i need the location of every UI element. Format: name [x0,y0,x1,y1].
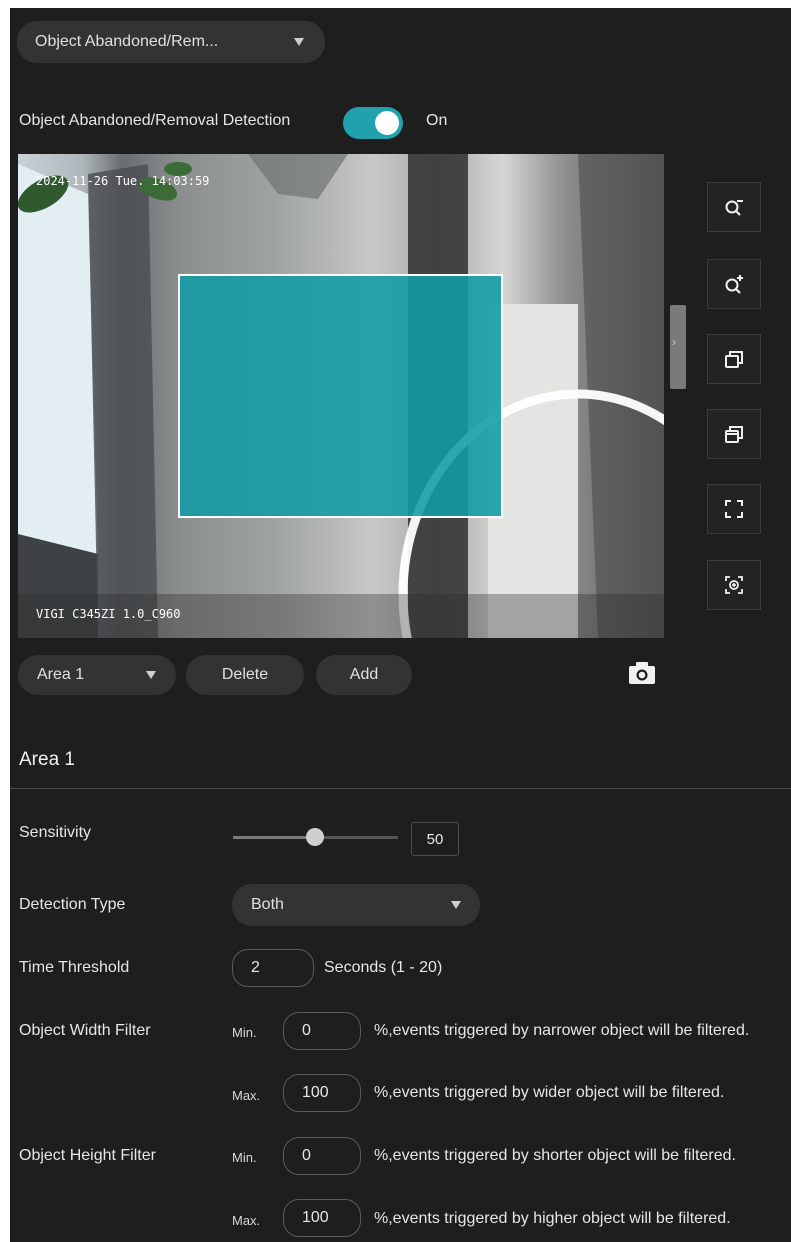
area-select-dropdown[interactable]: Area 1 [18,655,176,695]
chevron-down-icon [451,901,461,909]
settings-panel: Object Abandoned/Rem... Object Abandoned… [10,8,791,1242]
time-threshold-input[interactable]: 2 [232,949,314,987]
width-min-description: %,events triggered by narrower object wi… [374,1022,750,1039]
detection-type-dropdown[interactable]: Both [232,884,480,926]
add-area-button[interactable]: Add [316,655,412,695]
zoom-in-button[interactable] [707,259,761,309]
height-min-description: %,events triggered by shorter object wil… [374,1147,736,1164]
toggle-state-text: On [426,112,448,129]
detection-toggle-switch[interactable] [343,107,403,139]
width-max-label: Max. [232,1088,261,1103]
width-min-input[interactable]: 0 [283,1012,361,1050]
toolbar-collapse-handle[interactable]: › [670,305,686,389]
video-timestamp: 2024-11-26 Tue. 14:03:59 [36,174,210,188]
area-select-label: Area 1 [37,666,85,683]
detection-toggle-label: Object Abandoned/Removal Detection [19,112,291,129]
height-filter-label: Object Height Filter [19,1147,156,1164]
camera-icon [629,662,655,684]
zoom-in-icon [725,275,743,294]
sensitivity-label: Sensitivity [19,824,92,841]
sensitivity-value-box[interactable]: 50 [411,822,459,856]
height-min-input[interactable]: 0 [283,1137,361,1175]
toggle-knob [375,111,399,135]
delete-area-label: Delete [221,666,269,683]
fullscreen-icon [725,500,743,518]
width-filter-label: Object Width Filter [19,1022,151,1039]
height-min-label: Min. [232,1150,257,1165]
restore-window-icon [725,351,743,368]
time-threshold-label: Time Threshold [19,959,130,976]
height-max-description: %,events triggered by higher object will… [374,1210,731,1227]
restore-window-button[interactable] [707,334,761,384]
fullscreen-button[interactable] [707,484,761,534]
height-max-label: Max. [232,1213,261,1228]
video-preview[interactable]: 2024-11-26 Tue. 14:03:59 VIGI C345ZI 1.0… [18,154,664,638]
zoom-out-icon [725,200,743,216]
window-copy-icon [725,426,743,443]
sensitivity-slider[interactable] [233,828,398,846]
chevron-down-icon [294,38,304,46]
section-title: Area 1 [19,749,75,770]
time-threshold-unit: Seconds (1 - 20) [324,959,443,976]
detection-area-region[interactable] [178,274,503,518]
width-max-input[interactable]: 100 [283,1074,361,1112]
slider-thumb[interactable] [306,828,324,846]
window-copy-button[interactable] [707,409,761,459]
camera-model-label: VIGI C345ZI 1.0_C960 [36,607,181,621]
detection-type-label: Detection Type [19,896,126,913]
width-max-description: %,events triggered by wider object will … [374,1084,725,1101]
detection-type-value: Both [251,896,284,913]
slider-fill [233,836,315,839]
add-area-label: Add [349,666,379,683]
zoom-out-button[interactable] [707,182,761,232]
detection-mode-label: Object Abandoned/Rem... [35,33,219,50]
section-divider [10,788,791,789]
detection-mode-dropdown[interactable]: Object Abandoned/Rem... [17,21,325,63]
delete-area-button[interactable]: Delete [186,655,304,695]
height-max-input[interactable]: 100 [283,1199,361,1237]
focus-target-button[interactable] [707,560,761,610]
chevron-right-icon: › [672,335,676,349]
focus-target-icon [725,576,743,594]
chevron-down-icon [146,671,156,679]
snapshot-button[interactable] [626,659,658,687]
width-min-label: Min. [232,1025,257,1040]
